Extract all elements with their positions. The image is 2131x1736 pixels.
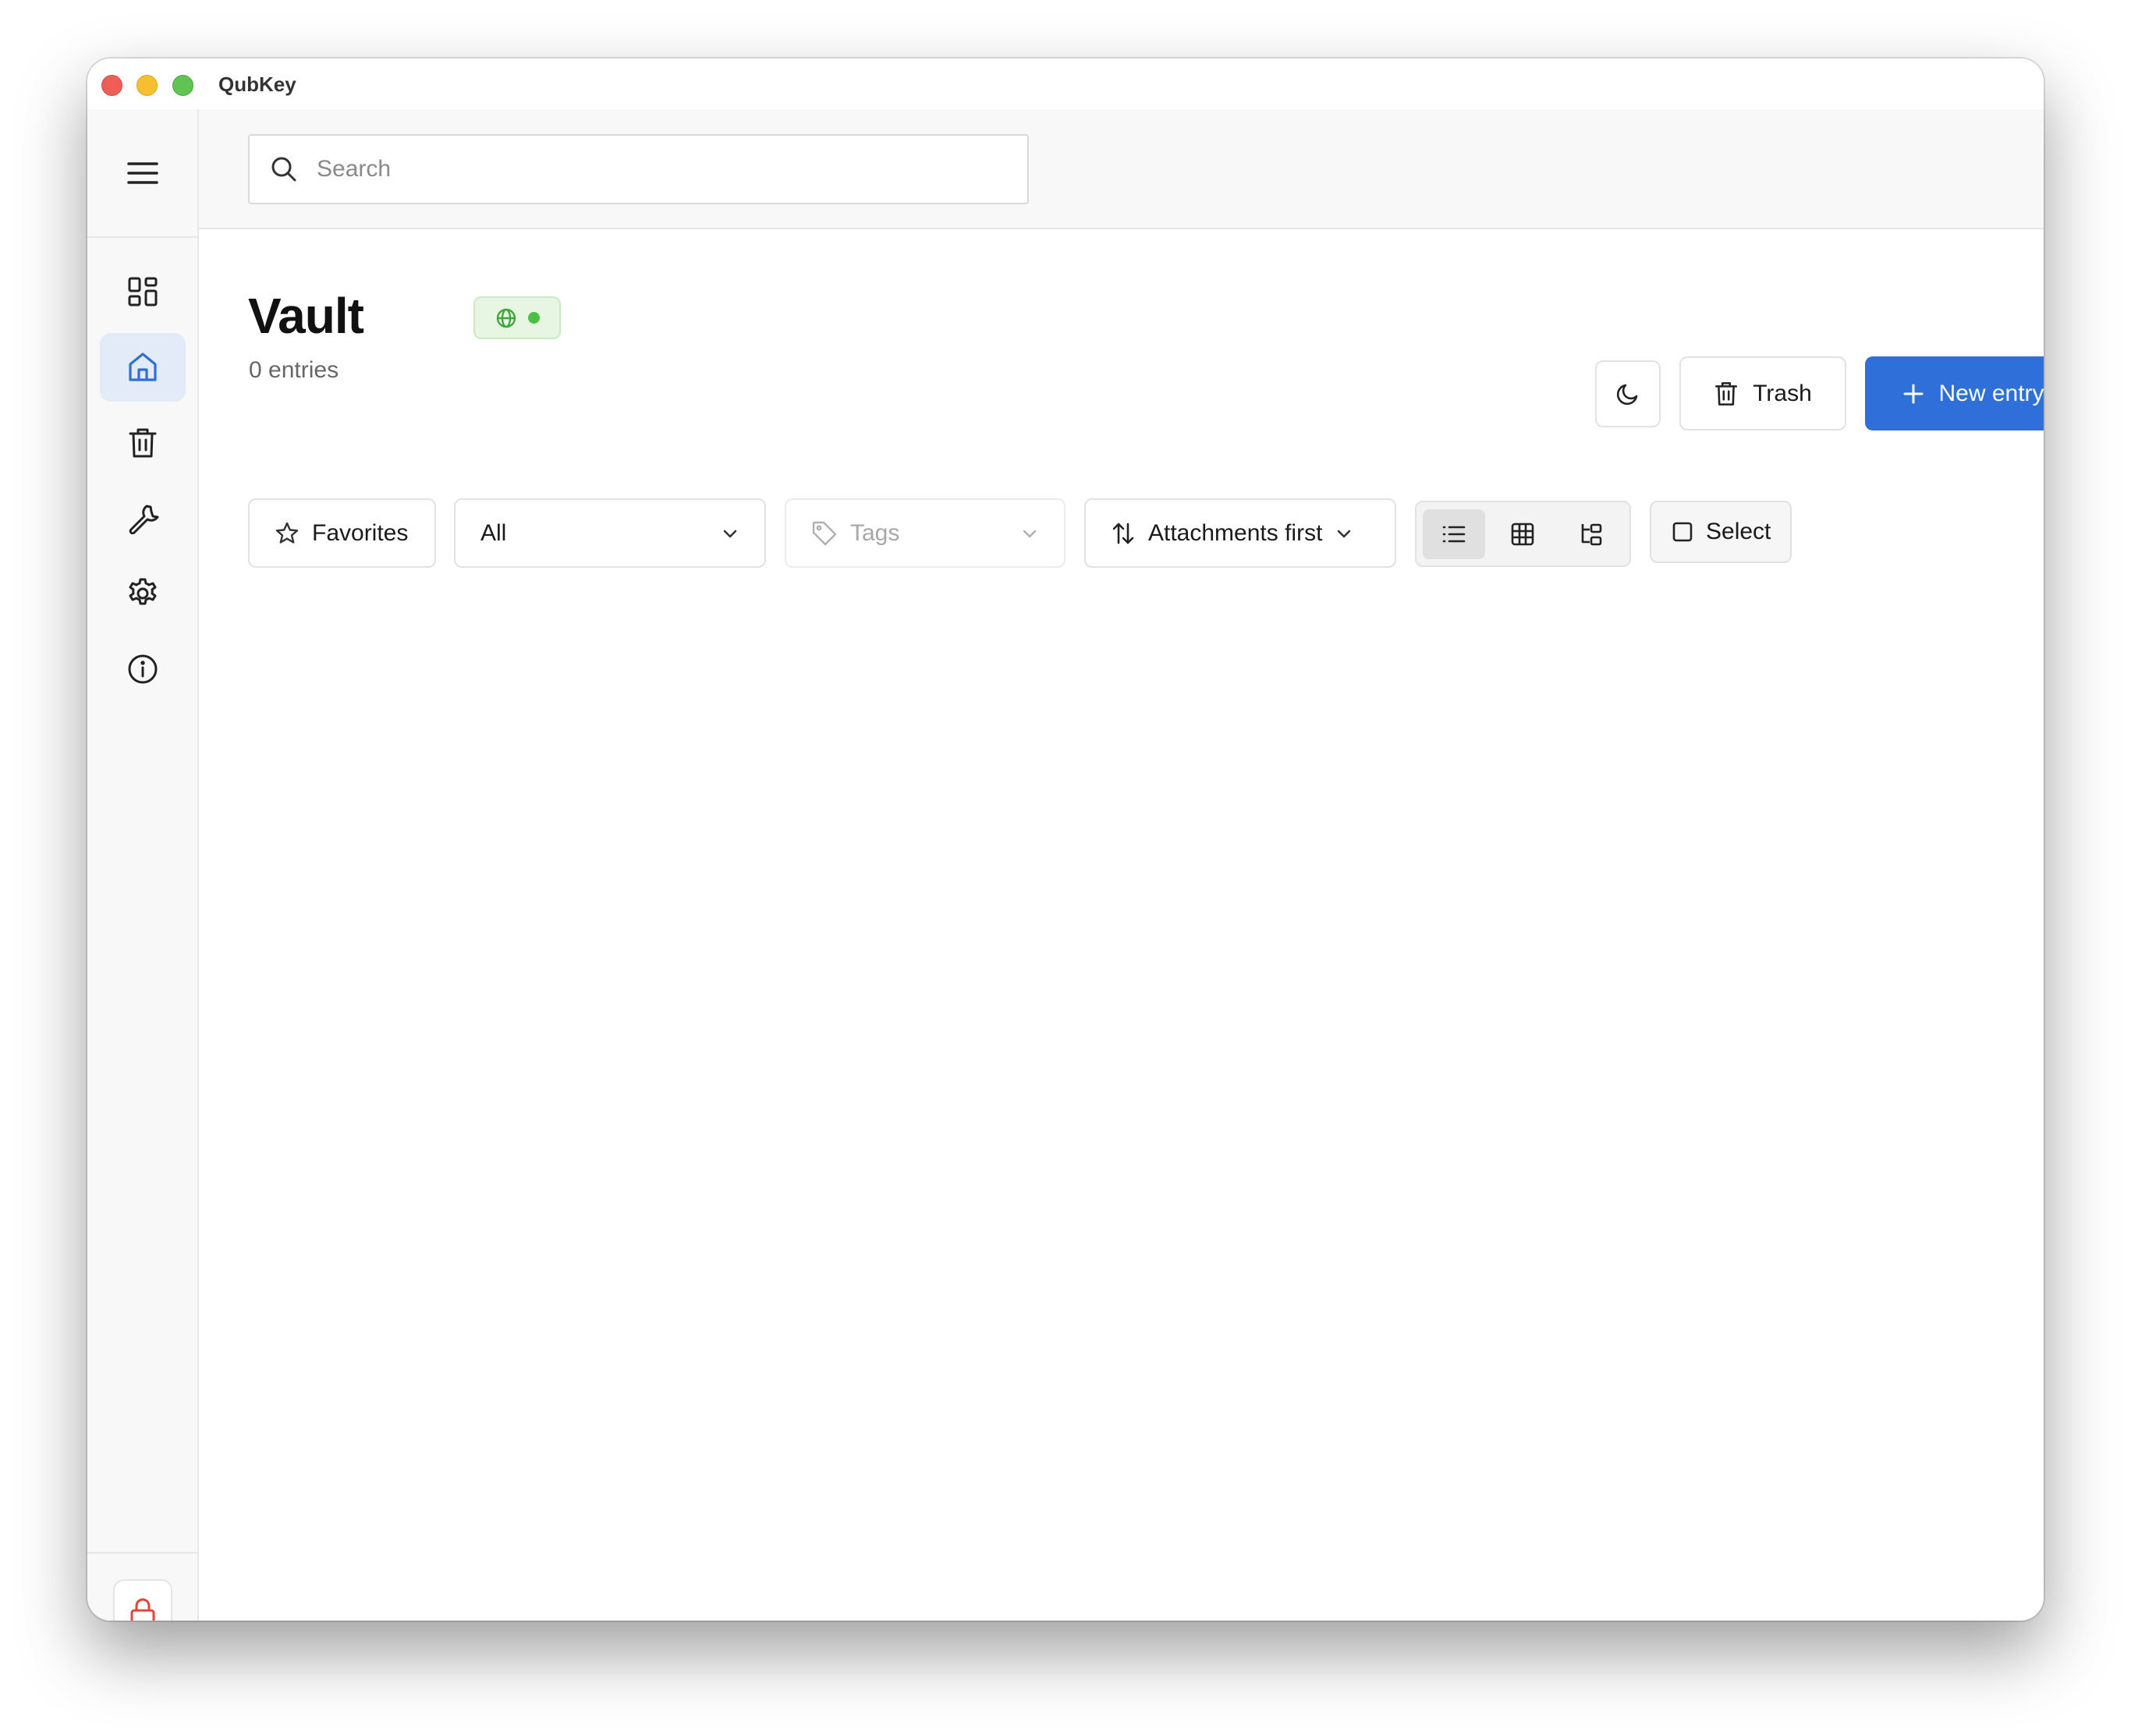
close-window-button[interactable] xyxy=(101,75,122,96)
status-online-dot xyxy=(527,312,540,324)
sidebar-item-settings[interactable] xyxy=(100,559,186,628)
trash-icon xyxy=(1714,380,1739,408)
type-filter-select[interactable]: All xyxy=(454,498,766,568)
view-grid-button[interactable] xyxy=(1491,509,1554,559)
maximize-window-button[interactable] xyxy=(172,75,193,96)
wrench-icon xyxy=(126,501,159,534)
favorites-filter-button[interactable]: Favorites xyxy=(248,498,436,568)
tags-placeholder: Tags xyxy=(850,519,900,546)
search-icon xyxy=(270,155,298,183)
sort-select[interactable]: Attachments first xyxy=(1084,498,1396,568)
sidebar-item-about[interactable] xyxy=(100,635,186,703)
chevron-down-icon xyxy=(1335,524,1353,543)
page-title: Vault xyxy=(248,288,364,344)
sidebar-divider xyxy=(87,236,199,238)
app-window: QubKey Search Vault 0 entries Trash New … xyxy=(87,58,2044,1621)
gear-icon xyxy=(126,577,159,610)
lock-icon xyxy=(129,1597,157,1621)
tag-icon xyxy=(811,520,838,547)
title-bar: QubKey xyxy=(87,58,2044,109)
star-icon xyxy=(275,521,300,546)
type-filter-value: All xyxy=(480,519,507,546)
select-label: Select xyxy=(1706,519,1771,544)
sidebar-item-vault[interactable] xyxy=(100,333,186,402)
home-icon xyxy=(126,351,159,384)
search-box[interactable] xyxy=(248,134,1029,204)
trash-button[interactable]: Trash xyxy=(1679,356,1846,430)
entries-count: 0 entries xyxy=(249,357,339,383)
window-title: QubKey xyxy=(218,73,296,96)
status-badge xyxy=(473,296,561,339)
sidebar-item-tools[interactable] xyxy=(100,484,186,552)
lock-vault-button[interactable] xyxy=(113,1579,172,1621)
theme-toggle-button[interactable] xyxy=(1595,360,1661,427)
hamburger-menu-icon[interactable] xyxy=(122,153,163,193)
globe-icon xyxy=(495,307,517,329)
new-entry-label: New entry xyxy=(1938,380,2044,406)
new-entry-button[interactable]: New entry xyxy=(1865,356,2044,430)
select-mode-button[interactable]: Select xyxy=(1650,501,1792,563)
grid-icon xyxy=(1510,522,1535,547)
trash-icon xyxy=(127,427,158,459)
plus-icon xyxy=(1902,383,1924,405)
list-icon xyxy=(1441,523,1466,545)
main-content: Vault 0 entries Trash New entry Favorite… xyxy=(199,229,2044,1621)
tags-filter-select[interactable]: Tags xyxy=(785,498,1066,568)
view-mode-toggle xyxy=(1415,501,1631,567)
sidebar-item-dashboard[interactable] xyxy=(100,257,186,326)
sidebar xyxy=(87,109,199,1621)
sort-label: Attachments first xyxy=(1148,519,1323,546)
sidebar-bottom-divider xyxy=(87,1552,199,1554)
checkbox-icon xyxy=(1672,521,1693,543)
trash-button-label: Trash xyxy=(1753,380,1812,406)
search-input[interactable] xyxy=(315,155,1002,183)
favorites-label: Favorites xyxy=(312,519,409,546)
sort-arrows-icon xyxy=(1111,521,1136,546)
tree-icon xyxy=(1579,522,1604,547)
view-list-button[interactable] xyxy=(1423,508,1485,559)
chevron-down-icon xyxy=(1020,524,1039,543)
view-tree-button[interactable] xyxy=(1560,509,1622,559)
chevron-down-icon xyxy=(721,524,739,543)
minimize-window-button[interactable] xyxy=(137,75,158,96)
moon-icon xyxy=(1615,381,1640,406)
top-bar xyxy=(199,109,2044,229)
sidebar-item-trash[interactable] xyxy=(100,409,186,477)
info-icon xyxy=(126,653,159,686)
dashboard-grid-icon xyxy=(127,276,158,307)
